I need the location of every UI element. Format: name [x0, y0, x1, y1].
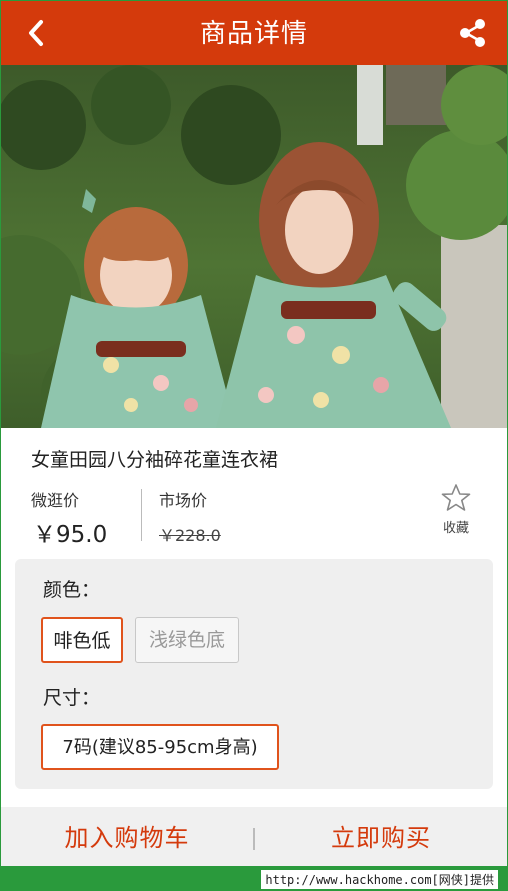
product-photo[interactable] — [1, 65, 507, 428]
market-price: ￥228.0 — [159, 526, 221, 545]
color-option-brown[interactable]: 啡色低 — [41, 617, 123, 663]
options-panel: 颜色： 啡色低 浅绿色底 尺寸： 7码(建议85-95cm身高) — [15, 559, 493, 789]
bottom-action-bar: 加入购物车 立即购买 — [1, 807, 507, 869]
micro-price-label: 微逛价 — [31, 491, 80, 510]
micro-price: ￥95.0 — [33, 522, 108, 548]
favorite-label: 收藏 — [442, 521, 469, 536]
product-photo-illustration — [1, 65, 507, 428]
product-name: 女童田园八分袖碎花童连衣裙 — [31, 449, 279, 471]
market-price-label: 市场价 — [159, 491, 208, 510]
share-button[interactable] — [457, 17, 489, 49]
buy-now-button[interactable]: 立即购买 — [255, 807, 507, 869]
color-label: 颜色： — [43, 579, 101, 601]
watermark-bar: http://www.hackhome.com[网侠]提供 — [0, 866, 508, 891]
favorite-button[interactable]: 收藏 — [435, 483, 477, 536]
color-option-light-green[interactable]: 浅绿色底 — [135, 617, 239, 663]
share-icon — [460, 19, 485, 47]
app-frame: 商品详情 女童田园八分袖碎花童连衣裙 微逛价 ￥95.0 市场价 ￥228.0 … — [1, 1, 507, 890]
page-title: 商品详情 — [199, 19, 308, 49]
star-icon — [441, 484, 471, 511]
price-divider — [141, 489, 142, 541]
size-option[interactable]: 7码(建议85-95cm身高) — [41, 724, 279, 770]
add-to-cart-button[interactable]: 加入购物车 — [1, 807, 253, 869]
watermark-text: http://www.hackhome.com[网侠]提供 — [261, 870, 498, 889]
size-label: 尺寸： — [43, 687, 101, 709]
header-bar: 商品详情 — [1, 1, 507, 65]
